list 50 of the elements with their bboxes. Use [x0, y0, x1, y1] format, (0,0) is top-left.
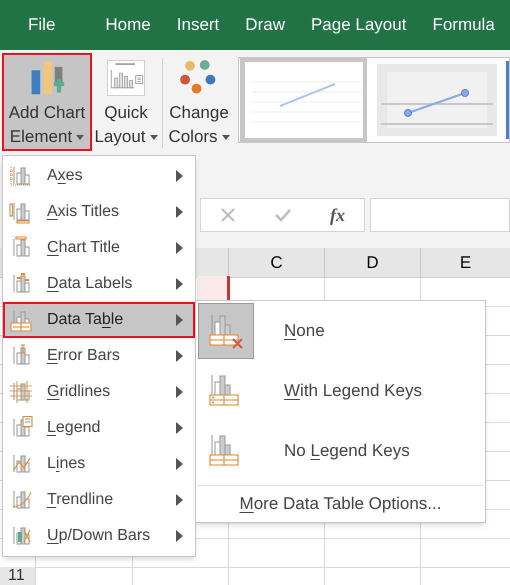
menu-item[interactable]: Lines	[3, 446, 195, 482]
column-header[interactable]: E	[420, 248, 510, 278]
submenu-item[interactable]: With Legend Keys	[196, 361, 485, 421]
menu-item[interactable]: Axis Titles	[3, 194, 195, 230]
submenu-item[interactable]: None	[196, 301, 485, 361]
ribbon-tab[interactable]: File	[28, 12, 56, 38]
menu-item[interactable]: Trendline	[3, 482, 195, 518]
menu-item[interactable]: Axes	[3, 158, 195, 194]
ribbon-tab[interactable]: Draw	[245, 12, 285, 38]
check-icon[interactable]	[274, 207, 292, 223]
menu-item[interactable]: Legend	[3, 410, 195, 446]
ribbon-tab[interactable]: Formula	[432, 12, 495, 38]
ribbon-tab[interactable]: Insert	[176, 12, 220, 38]
data-table-icon	[208, 313, 244, 349]
caret-icon	[76, 135, 84, 140]
chart-style-thumbnail[interactable]	[240, 58, 368, 142]
submenu-arrow-icon	[176, 386, 183, 398]
ribbon-button[interactable]: Change Colors	[165, 53, 233, 151]
ribbon-tab[interactable]: Home	[105, 12, 151, 38]
submenu-arrow-icon	[176, 350, 183, 362]
submenu-arrow-icon	[176, 458, 183, 470]
column-header[interactable]: D	[324, 248, 420, 278]
caret-icon	[222, 135, 230, 140]
submenu-item[interactable]: No Legend Keys	[196, 421, 485, 481]
submenu-arrow-icon	[176, 530, 183, 542]
menu-item[interactable]: Gridlines	[3, 374, 195, 410]
submenu-arrow-icon	[176, 494, 183, 506]
menu-item[interactable]: Chart Title	[3, 230, 195, 266]
submenu-arrow-icon	[176, 242, 183, 254]
caret-icon	[150, 135, 158, 140]
chart-element-icon	[9, 164, 33, 188]
submenu-arrow-icon	[176, 206, 183, 218]
menu-item[interactable]: Error Bars	[3, 338, 195, 374]
ribbon-button[interactable]: Quick Layout	[92, 53, 160, 151]
submenu-arrow-icon	[176, 422, 183, 434]
menu-item[interactable]: Data Labels	[3, 266, 195, 302]
ribbon-tab[interactable]: Page Layout	[310, 12, 406, 38]
menu-item[interactable]: Data Table	[3, 302, 195, 338]
menu-item[interactable]: Up/Down Bars	[3, 518, 195, 554]
submenu-arrow-icon	[176, 314, 183, 326]
submenu-arrow-icon	[176, 170, 183, 182]
row-number[interactable]: 11	[0, 567, 35, 585]
chart-element-icon	[9, 308, 33, 332]
more-options-item[interactable]: More Data Table Options...	[196, 486, 485, 522]
submenu-arrow-icon	[176, 278, 183, 290]
ribbon-button[interactable]: Add Chart Element	[2, 53, 92, 151]
insert-function-button[interactable]: fx	[330, 202, 345, 228]
chart-element-icon	[9, 380, 33, 404]
formula-input-field[interactable]	[370, 198, 510, 232]
cancel-icon[interactable]	[220, 207, 236, 223]
